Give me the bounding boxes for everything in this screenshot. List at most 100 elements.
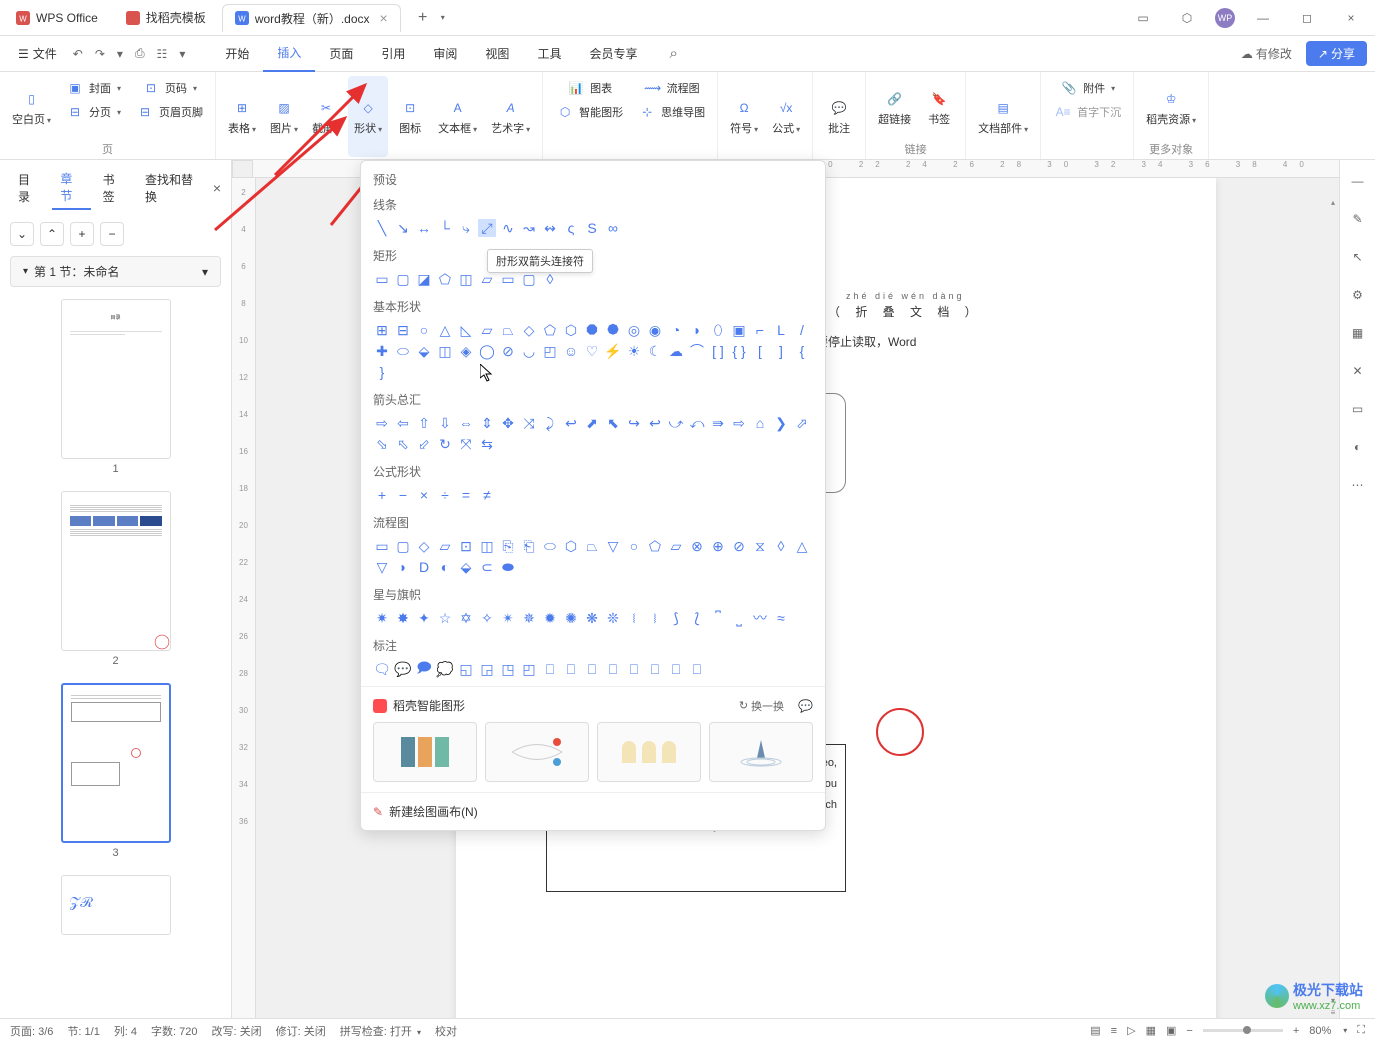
layers-icon[interactable]: ▦ (1349, 324, 1367, 342)
shape-plus[interactable]: + (373, 486, 391, 504)
shape-sniprect[interactable]: ◪ (415, 270, 433, 288)
shape-fc-connector[interactable]: ○ (625, 537, 643, 555)
shape-fc-sort[interactable]: ◊ (772, 537, 790, 555)
status-overwrite[interactable]: 改写: 关闭 (212, 1023, 262, 1039)
shape-fc-internal[interactable]: ◫ (478, 537, 496, 555)
blank-page-button[interactable]: ▯空白页▾ (6, 76, 57, 139)
shape-noentry[interactable]: ⊘ (499, 342, 517, 360)
settings-icon[interactable]: ⚙ (1349, 286, 1367, 304)
search-icon[interactable]: ⌕ (663, 41, 683, 66)
status-word-count[interactable]: 字数: 720 (151, 1023, 197, 1039)
shape-callout-b3[interactable]: ⎕ (583, 660, 601, 678)
shape-star6[interactable]: ✡ (457, 609, 475, 627)
page-thumbnail-3[interactable] (61, 683, 171, 843)
flowchart-button[interactable]: ⟿流程图 (631, 76, 711, 100)
shape-star5[interactable]: ☆ (436, 609, 454, 627)
symbol-button[interactable]: Ω符号▾ (724, 76, 764, 157)
scroll-up-button[interactable]: ▴ (1327, 196, 1339, 208)
menu-insert[interactable]: 插入 (263, 36, 315, 72)
zoom-out-button[interactable]: − (1186, 1025, 1192, 1037)
equation-button[interactable]: √x公式▾ (766, 76, 806, 157)
shape-arrow-lcallout[interactable]: ⬃ (415, 435, 433, 453)
shape-ribbon2-u[interactable]: ⟆ (667, 609, 685, 627)
hyperlink-button[interactable]: 🔗超链接 (872, 76, 917, 139)
shape-callout-round[interactable]: 💬 (394, 660, 412, 678)
break-button[interactable]: ⊟分页▾ (59, 100, 127, 124)
refresh-button[interactable]: ↻换一换 (739, 698, 784, 714)
shape-pentagon[interactable]: ⬠ (541, 321, 559, 339)
shape-fc-manualop[interactable]: ▽ (604, 537, 622, 555)
shape-foldedcorner[interactable]: ◰ (541, 342, 559, 360)
shape-callout-line3[interactable]: ◳ (499, 660, 517, 678)
shape-cloud[interactable]: ☁ (667, 342, 685, 360)
status-section[interactable]: 节: 1/1 (67, 1023, 99, 1039)
shape-arrow-d[interactable]: ⇩ (436, 414, 454, 432)
status-spellcheck[interactable]: 拼写检查: 打开 ▾ (340, 1023, 421, 1039)
page-thumbnail-2[interactable] (61, 491, 171, 651)
share-button[interactable]: ↗ 分享 (1306, 41, 1367, 66)
smartart-button[interactable]: ⬡智能图形 (549, 100, 629, 124)
nav-tab-find[interactable]: 查找和替换 (137, 167, 209, 209)
shape-arrow-home[interactable]: ⌂ (751, 414, 769, 432)
shape-plaque[interactable]: ⬭ (394, 342, 412, 360)
shape-oval[interactable]: ○ (415, 321, 433, 339)
pagenum-button[interactable]: ⊡页码▾ (129, 76, 209, 100)
textbox-button[interactable]: A文本框▾ (432, 76, 483, 157)
shape-roundrect[interactable]: ▢ (394, 270, 412, 288)
shape-lightning[interactable]: ⚡ (604, 342, 622, 360)
shape-fc-multidoc[interactable]: ⎗ (520, 537, 538, 555)
shape-fc-magnetic[interactable]: ⬙ (457, 558, 475, 576)
shape-ribbon2-d[interactable]: ⟅ (688, 609, 706, 627)
header-footer-button[interactable]: ⊟页眉页脚 (129, 100, 209, 124)
shape-arrow-curvedd[interactable]: ⤺ (688, 414, 706, 432)
shape-fc-extract[interactable]: △ (793, 537, 811, 555)
view-outline[interactable]: ≡ (1111, 1025, 1117, 1037)
shape-rect5[interactable]: ◫ (457, 270, 475, 288)
zoom-dropdown[interactable]: ▾ (1343, 1026, 1347, 1035)
smart-template-1[interactable] (373, 722, 477, 782)
shape-doublewave[interactable]: ≈ (772, 609, 790, 627)
shape-cube[interactable]: ◫ (436, 342, 454, 360)
nav-remove-button[interactable]: − (100, 222, 124, 246)
attachment-button[interactable]: 📎附件▾ (1047, 76, 1127, 100)
shape-heptagon[interactable]: ⯃ (583, 321, 601, 339)
fullscreen-button[interactable]: ⛶ (1357, 1024, 1365, 1037)
shape-star24[interactable]: ❋ (583, 609, 601, 627)
minimize-button[interactable]: — (1247, 2, 1279, 34)
icons-button[interactable]: ⊡图标 (390, 76, 430, 157)
shape-brace[interactable]: { } (730, 342, 748, 360)
shape-arrow-lru[interactable]: ⤨ (520, 414, 538, 432)
shape-notequal[interactable]: ≠ (478, 486, 496, 504)
feedback-icon[interactable]: 💬 (798, 699, 813, 713)
shape-arrow-u[interactable]: ⇧ (415, 414, 433, 432)
shape-octagon[interactable]: ⯄ (604, 321, 622, 339)
shape-wave[interactable]: 〰 (751, 609, 769, 627)
pending-changes[interactable]: ☁ 有修改 (1233, 42, 1300, 65)
shape-fc-collate[interactable]: ⧖ (751, 537, 769, 555)
menu-member[interactable]: 会员专享 (575, 36, 651, 72)
shape-closed-curve[interactable]: ∞ (604, 219, 622, 237)
shape-frame[interactable]: ▣ (730, 321, 748, 339)
shape-explosion2[interactable]: ✸ (394, 609, 412, 627)
close-button[interactable]: × (1335, 2, 1367, 34)
shape-fc-seq[interactable]: ◐ (436, 558, 454, 576)
shape-fc-display[interactable]: ⬬ (499, 558, 517, 576)
shape-trapezoid[interactable]: ⏢ (499, 321, 517, 339)
shape-rtriangle[interactable]: ◺ (457, 321, 475, 339)
reader-icon[interactable]: ▭ (1127, 2, 1159, 34)
new-tab-button[interactable]: + (409, 4, 437, 32)
shape-triangle[interactable]: △ (436, 321, 454, 339)
cursor-icon[interactable]: ↖ (1349, 248, 1367, 266)
menu-view[interactable]: 视图 (471, 36, 523, 72)
shape-callout-b4[interactable]: ⎕ (604, 660, 622, 678)
shape-fc-card[interactable]: ▱ (667, 537, 685, 555)
section-dropdown[interactable]: ▾ (202, 265, 208, 279)
shape-fc-tape[interactable]: ⊗ (688, 537, 706, 555)
page-thumbnail-1[interactable]: 目录 (61, 299, 171, 459)
nav-tab-sections[interactable]: 章节 (52, 166, 90, 210)
format-painter[interactable]: ▾ (173, 43, 191, 65)
shape-callout-b1[interactable]: ⎕ (541, 660, 559, 678)
shape-minus[interactable]: − (394, 486, 412, 504)
shape-arrow-l[interactable]: ⇦ (394, 414, 412, 432)
redo-button[interactable]: ↷ (89, 43, 111, 65)
